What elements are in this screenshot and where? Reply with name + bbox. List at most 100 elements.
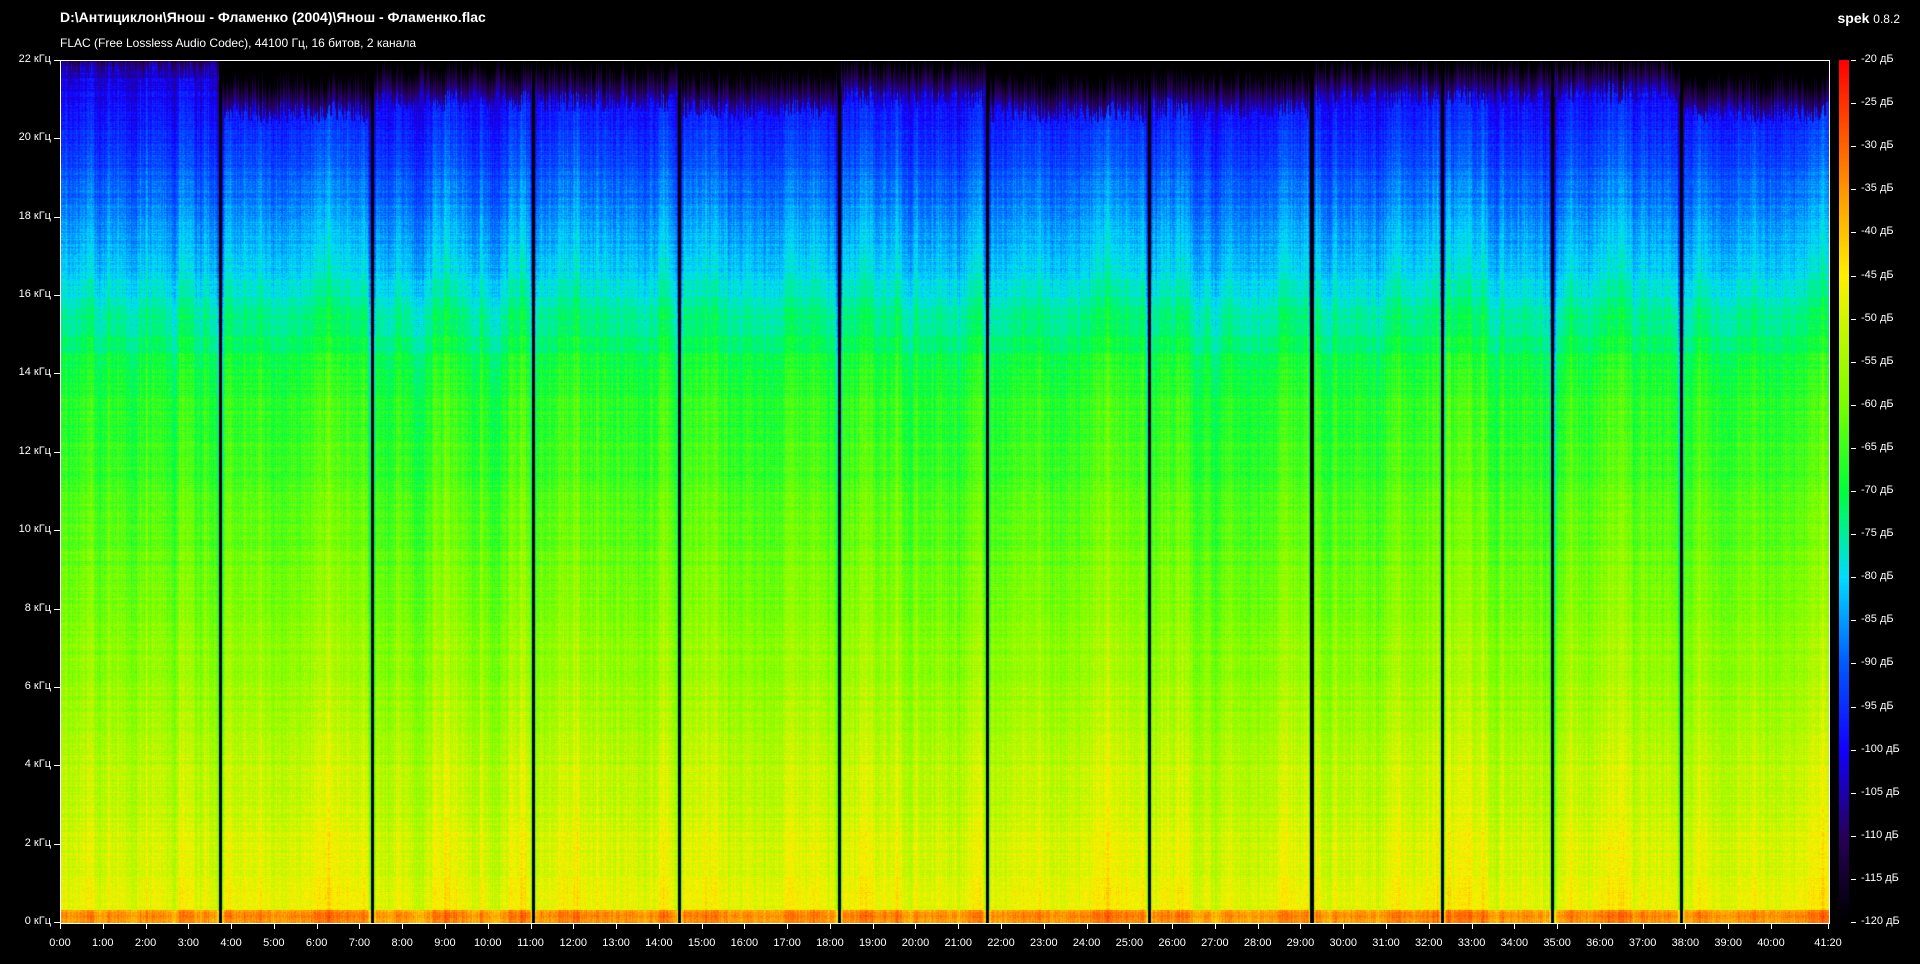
x-tick-label: 27:00 (1201, 937, 1229, 949)
colorbar (1839, 60, 1849, 923)
spectrogram-plot (60, 60, 1830, 924)
x-tick (1129, 923, 1131, 929)
file-path-title: D:\Антициклон\Янош - Фламенко (2004)\Яно… (60, 9, 486, 25)
x-tick-label: 2:00 (134, 937, 157, 949)
x-tick-label: 34:00 (1500, 937, 1529, 949)
colorbar-tick-label: -20 дБ (1861, 53, 1894, 65)
x-tick-label: 20:00 (901, 937, 930, 949)
x-tick-label: 3:00 (177, 937, 200, 949)
y-tick-label: 8 кГц (24, 601, 51, 614)
colorbar-tick-label: -40 дБ (1861, 225, 1894, 238)
x-tick (530, 923, 532, 929)
y-tick-label: 14 кГц (18, 366, 51, 379)
x-tick (1685, 923, 1687, 929)
x-tick (616, 923, 618, 929)
x-tick (958, 923, 960, 929)
x-tick-label: 8:00 (391, 937, 413, 949)
x-tick-label: 23:00 (1030, 937, 1058, 949)
x-tick-label: 24:00 (1072, 937, 1101, 949)
x-tick-label: 10:00 (473, 937, 502, 949)
spectrogram-heatmap (61, 61, 1829, 923)
colorbar-tick-label: -45 дБ (1861, 268, 1894, 281)
x-tick-label: 36:00 (1586, 937, 1614, 949)
x-tick-label: 21:00 (944, 937, 973, 949)
x-tick (145, 923, 147, 929)
y-tick-label: 0 кГц (24, 915, 51, 927)
colorbar-tick-label: -105 дБ (1861, 785, 1900, 798)
file-info: FLAC (Free Lossless Audio Codec), 44100 … (60, 36, 416, 50)
x-tick-label: 15:00 (687, 937, 716, 949)
y-tick (54, 451, 60, 453)
x-tick (1001, 923, 1003, 929)
colorbar-tick-label: -55 дБ (1861, 354, 1894, 367)
colorbar-tick-label: -85 дБ (1861, 613, 1894, 626)
x-tick (402, 923, 404, 929)
x-tick (1770, 923, 1772, 929)
x-tick (1343, 923, 1345, 929)
colorbar-tick (1851, 922, 1856, 923)
x-tick (1728, 923, 1730, 929)
y-tick (54, 373, 60, 375)
x-tick-label: 6:00 (305, 937, 328, 949)
colorbar-tick (1851, 620, 1856, 622)
colorbar-tick-label: -110 дБ (1861, 828, 1899, 841)
x-tick (1828, 923, 1829, 929)
colorbar-tick (1851, 404, 1856, 406)
x-tick-label: 22:00 (987, 937, 1015, 949)
x-tick-label: 35:00 (1543, 937, 1571, 949)
y-tick-label: 12 кГц (18, 444, 51, 457)
colorbar-tick (1851, 792, 1856, 794)
x-tick (359, 923, 361, 929)
x-tick-label: 30:00 (1329, 937, 1357, 949)
x-tick-label: 37:00 (1628, 937, 1657, 949)
colorbar-tick (1851, 146, 1856, 148)
colorbar-tick-label: -50 дБ (1861, 311, 1894, 324)
x-tick-label: 12:00 (559, 937, 588, 949)
x-tick (573, 923, 575, 929)
colorbar-tick (1851, 749, 1856, 751)
x-tick-label: 32:00 (1415, 937, 1443, 949)
y-tick (54, 608, 60, 610)
y-tick-label: 18 кГц (18, 209, 51, 222)
x-tick (744, 923, 746, 929)
colorbar-tick (1851, 60, 1856, 61)
y-tick-label: 22 кГц (18, 53, 51, 65)
colorbar-tick-label: -25 дБ (1861, 96, 1894, 109)
x-tick (102, 923, 104, 929)
app-name: spek (1837, 10, 1870, 26)
x-tick-label: 17:00 (773, 937, 801, 949)
x-tick (316, 923, 318, 929)
colorbar-tick (1851, 706, 1856, 708)
y-tick (54, 686, 60, 688)
colorbar-tick (1851, 878, 1856, 880)
colorbar-tick-label: -75 дБ (1861, 527, 1894, 540)
colorbar-tick (1851, 491, 1856, 492)
colorbar-tick (1851, 318, 1856, 320)
colorbar-tick (1851, 577, 1856, 579)
app-version: 0.8.2 (1873, 12, 1900, 26)
x-tick (1214, 923, 1216, 929)
x-tick (487, 923, 489, 929)
colorbar-tick (1851, 189, 1856, 191)
colorbar-tick (1851, 534, 1856, 536)
x-tick (1599, 923, 1601, 929)
x-tick (1086, 923, 1088, 929)
x-tick (1514, 923, 1516, 929)
y-tick-label: 10 кГц (18, 523, 51, 536)
y-tick (54, 765, 60, 767)
colorbar-tick (1851, 361, 1856, 363)
x-tick-label: 39:00 (1714, 937, 1742, 949)
colorbar-tick (1851, 835, 1856, 837)
x-tick (444, 923, 446, 929)
app-brand: spek 0.8.2 (1837, 10, 1900, 26)
y-tick-label: 16 кГц (18, 288, 51, 301)
x-tick (1043, 923, 1045, 929)
y-tick (54, 216, 60, 218)
x-tick-label: 18:00 (816, 937, 844, 949)
y-tick (54, 295, 60, 297)
y-tick-label: 4 кГц (24, 758, 51, 771)
x-tick-label: 16:00 (730, 937, 759, 949)
x-tick (1428, 923, 1430, 929)
x-tick-label: 1:00 (92, 937, 114, 949)
colorbar-tick-label: -100 дБ (1861, 742, 1900, 755)
